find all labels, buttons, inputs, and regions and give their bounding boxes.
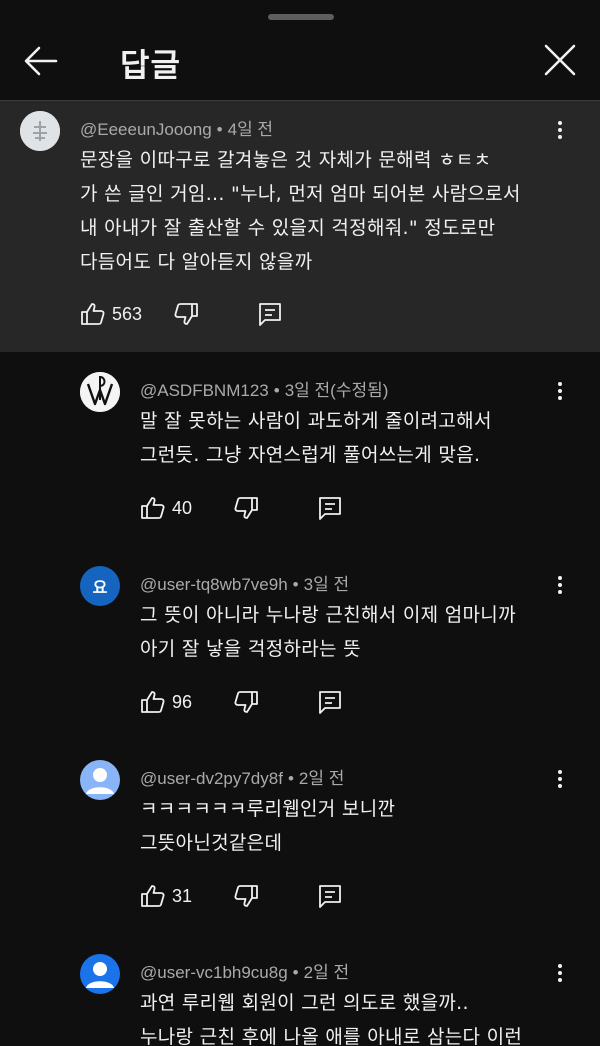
like-count: 31 xyxy=(172,885,193,906)
like-count: 96 xyxy=(172,691,193,712)
author-name[interactable]: @user-dv2py7dy8f xyxy=(140,769,283,788)
author-name[interactable]: @EeeeunJooong xyxy=(80,120,212,139)
comment-icon xyxy=(319,885,341,908)
avatar[interactable] xyxy=(80,954,120,994)
like-count: 40 xyxy=(172,497,193,518)
more-options-button[interactable] xyxy=(548,958,572,988)
arrow-left-icon xyxy=(24,46,58,76)
more-options-button[interactable] xyxy=(548,570,572,600)
thumbs-up-icon xyxy=(141,691,165,713)
comment-text-line: 가 쓴 글인 거임... "누나, 먼저 엄마 되어본 사람으로서 xyxy=(80,183,521,205)
comment-text-line: ㅋㅋㅋㅋㅋㅋ루리웹인거 보니깐 xyxy=(140,798,396,820)
comment-actions: 40 xyxy=(140,490,360,526)
reply-comment: @ASDFBNM123 • 3일 전(수정됨) 말 잘 못하는 사람이 과도하게 줄… xyxy=(0,352,600,546)
comment-meta: @EeeeunJooong • 4일 전 xyxy=(80,120,274,139)
avatar[interactable] xyxy=(80,760,120,800)
like-count: 563 xyxy=(112,303,143,324)
avatar[interactable] xyxy=(80,372,120,412)
dislike-button[interactable] xyxy=(233,490,259,526)
comment-meta: @user-dv2py7dy8f • 2일 전 xyxy=(140,769,345,788)
comment-actions: 31 xyxy=(140,878,360,914)
thumbs-up-icon xyxy=(141,885,165,907)
thumbs-up-icon xyxy=(141,497,165,519)
thumbs-down-icon xyxy=(234,885,258,907)
more-options-button[interactable] xyxy=(548,115,572,145)
author-name[interactable]: @ASDFBNM123 xyxy=(140,381,269,400)
comment-text-line: 과연 루리웹 회원이 그런 의도로 했을까.. xyxy=(140,992,469,1014)
comment-meta: @user-tq8wb7ve9h • 3일 전 xyxy=(140,575,350,594)
header: 답글 xyxy=(0,20,600,100)
author-name[interactable]: @user-vc1bh9cu8g xyxy=(140,963,288,982)
author-name[interactable]: @user-tq8wb7ve9h xyxy=(140,575,288,594)
comment-text-line: 그 뜻이 아니라 누나랑 근친해서 이제 엄마니까 xyxy=(140,604,516,626)
comment-text-line: 내 아내가 잘 출산할 수 있을지 걱정해줘." 정도로만 xyxy=(80,217,496,239)
reply-button[interactable] xyxy=(317,684,343,720)
comment-text-line: 아기 잘 낳을 걱정하라는 뜻 xyxy=(140,638,361,660)
comment-actions: 563 xyxy=(80,296,300,332)
avatar[interactable] xyxy=(20,111,60,151)
comment-icon xyxy=(319,497,341,520)
comment-icon xyxy=(259,303,281,326)
thumbs-down-icon xyxy=(234,497,258,519)
comment-time: 3일 전 xyxy=(303,575,350,594)
comment-time: 2일 전 xyxy=(303,963,350,982)
like-button[interactable]: 563 xyxy=(80,296,142,332)
reply-comment: 요 @user-tq8wb7ve9h • 3일 전 그 뜻이 아니라 누나랑 근친해… xyxy=(0,546,600,740)
dislike-button[interactable] xyxy=(233,684,259,720)
comment-text-line: 그런듯. 그냥 자연스럽게 풀어쓰는게 맞음. xyxy=(140,444,481,466)
user-avatar-icon xyxy=(20,111,60,151)
avatar[interactable]: 요 xyxy=(80,566,120,606)
page-title: 답글 xyxy=(120,46,181,84)
reply-comment: @user-vc1bh9cu8g • 2일 전 과연 루리웹 회원이 그런 의도로 … xyxy=(0,934,600,1046)
comment-time: 2일 전 xyxy=(298,769,345,788)
logo-avatar-icon xyxy=(80,372,120,412)
like-button[interactable]: 40 xyxy=(140,490,192,526)
comment-text-line: 문장을 이따구로 갈겨놓은 것 자체가 문해력 ㅎㅌㅊ xyxy=(80,149,492,171)
comment-text-line: 말 잘 못하는 사람이 과도하게 줄이려고해서 xyxy=(140,410,492,432)
comment-time: 3일 전(수정됨) xyxy=(284,381,389,400)
comment-text-line: 다듬어도 다 알아듣지 않을까 xyxy=(80,251,313,273)
person-avatar-icon xyxy=(86,768,114,794)
parent-comment: @EeeeunJooong • 4일 전 문장을 이따구로 갈겨놓은 것 자체가 문… xyxy=(0,101,600,352)
thumbs-down-icon xyxy=(234,691,258,713)
like-button[interactable]: 31 xyxy=(140,878,192,914)
reply-button[interactable] xyxy=(317,490,343,526)
comment-time: 4일 전 xyxy=(227,120,274,139)
comment-text-line: 그뜻아닌것같은데 xyxy=(140,832,283,854)
comment-icon xyxy=(319,691,341,714)
back-button[interactable] xyxy=(22,42,60,80)
close-icon xyxy=(544,44,576,76)
thumbs-down-icon xyxy=(174,303,198,325)
avatar-letter: 요 xyxy=(92,578,108,597)
comment-actions: 96 xyxy=(140,684,360,720)
dislike-button[interactable] xyxy=(173,296,199,332)
comment-meta: @user-vc1bh9cu8g • 2일 전 xyxy=(140,963,350,982)
thumbs-up-icon xyxy=(81,303,105,325)
person-avatar-icon xyxy=(86,962,114,988)
reply-button[interactable] xyxy=(257,296,283,332)
more-options-button[interactable] xyxy=(548,764,572,794)
reply-comment: @user-dv2py7dy8f • 2일 전 ㅋㅋㅋㅋㅋㅋ루리웹인거 보니깐 그뜻… xyxy=(0,740,600,934)
reply-button[interactable] xyxy=(317,878,343,914)
dislike-button[interactable] xyxy=(233,878,259,914)
comment-text-line: 누나랑 근친 후에 나올 애를 아내로 삼는다 이런 xyxy=(140,1026,523,1046)
more-options-button[interactable] xyxy=(548,376,572,406)
comment-meta: @ASDFBNM123 • 3일 전(수정됨) xyxy=(140,381,389,400)
close-button[interactable] xyxy=(540,40,580,80)
like-button[interactable]: 96 xyxy=(140,684,192,720)
